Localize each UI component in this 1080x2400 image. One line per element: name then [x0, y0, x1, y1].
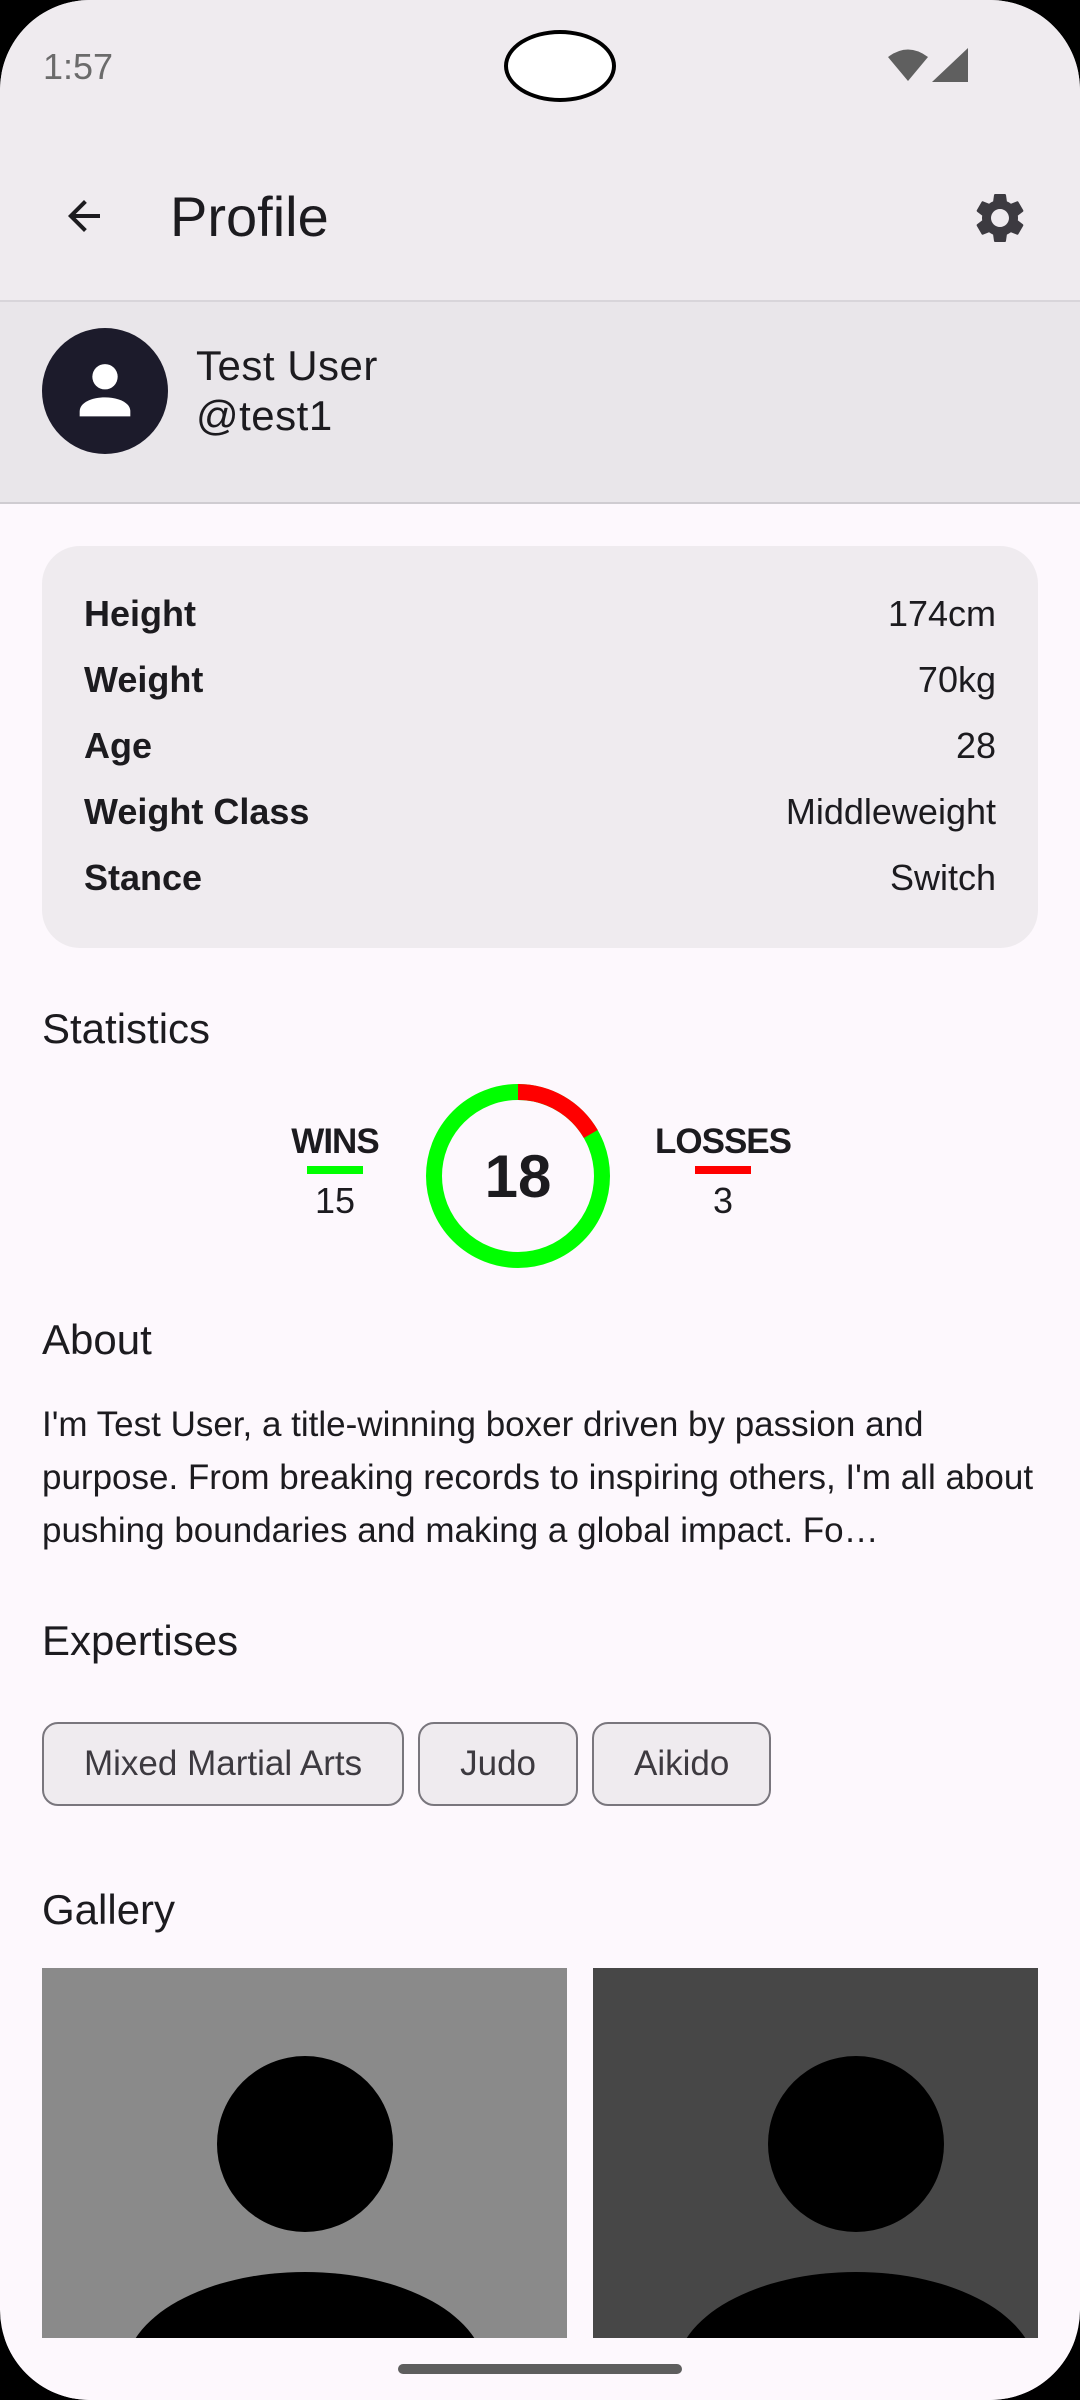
top-app-bar: Profile [0, 136, 1080, 300]
info-row-weight-class: Weight Class Middleweight [84, 787, 996, 837]
page-title: Profile [170, 185, 329, 248]
info-label: Weight Class [84, 791, 310, 832]
avatar[interactable] [42, 328, 168, 454]
gallery-image[interactable] [42, 1968, 567, 2338]
info-row-height: Height 174cm [84, 589, 996, 639]
person-placeholder-head [217, 2056, 393, 2232]
info-label: Stance [84, 857, 203, 898]
info-value: 70kg [917, 659, 996, 700]
person-icon [79, 364, 131, 417]
status-bar: 1:57 [0, 0, 1080, 136]
profile-info-card: Height 174cm Weight 70kg Age 28 Weight C… [42, 546, 1038, 948]
info-row-stance: Stance Switch [84, 853, 996, 903]
expertise-chip[interactable]: Mixed Martial Arts [42, 1722, 405, 1806]
person-placeholder-body [125, 2272, 485, 2338]
expertise-chips: Mixed Martial Arts Judo Aikido [42, 1722, 772, 1806]
wins-label: WINS [291, 1122, 379, 1161]
losses-stat: LOSSES 3 [648, 1122, 798, 1222]
info-row-weight: Weight 70kg [84, 655, 996, 705]
cellular-signal-icon [932, 48, 968, 82]
info-label: Height [84, 593, 196, 634]
losses-value: 3 [712, 1180, 734, 1221]
person-placeholder-body [676, 2272, 1036, 2338]
losses-label: LOSSES [655, 1122, 792, 1161]
info-label: Weight [84, 659, 204, 700]
gallery-image[interactable] [593, 1968, 1038, 2338]
back-button[interactable] [48, 180, 120, 252]
wins-value: 15 [314, 1180, 356, 1221]
device-screen: 1:57 Profile Test User @test1 Height 174… [0, 0, 1080, 2400]
info-row-age: Age 28 [84, 721, 996, 771]
person-placeholder-head [768, 2056, 944, 2232]
losses-color-bar [695, 1166, 751, 1174]
total-fights-value: 18 [484, 1142, 552, 1210]
info-label: Age [84, 725, 153, 766]
gallery-title: Gallery [42, 1886, 176, 1933]
status-time: 1:57 [43, 46, 114, 87]
info-value: 28 [955, 725, 996, 766]
info-value: Middleweight [785, 791, 996, 832]
expertise-chip[interactable]: Aikido [592, 1722, 772, 1806]
wins-color-bar [307, 1166, 363, 1174]
about-title: About [42, 1316, 152, 1363]
arrow-back-icon [68, 200, 100, 232]
gear-icon [976, 194, 1024, 242]
statistics-title: Statistics [42, 1005, 211, 1052]
user-name: Test User [196, 342, 378, 389]
home-gesture-handle[interactable] [398, 2364, 682, 2374]
wifi-icon [888, 49, 928, 81]
info-value: 174cm [887, 593, 996, 634]
profile-header: Test User @test1 [0, 300, 1080, 504]
settings-button[interactable] [960, 178, 1040, 258]
info-value: Switch [889, 857, 996, 898]
expertise-chip[interactable]: Judo [418, 1722, 579, 1806]
camera-cutout [504, 30, 616, 102]
user-handle: @test1 [196, 392, 333, 439]
wins-stat: WINS 15 [280, 1122, 390, 1222]
about-text: I'm Test User, a title-winning boxer dri… [42, 1405, 1034, 1550]
expertises-title: Expertises [42, 1617, 239, 1664]
status-icons [888, 48, 968, 82]
